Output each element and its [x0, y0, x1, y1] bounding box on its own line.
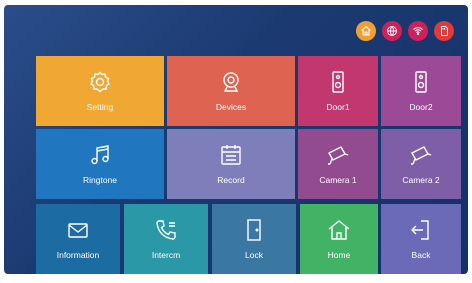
home-icon	[327, 218, 351, 242]
lock-tile[interactable]: Lock	[212, 204, 296, 274]
ringtone-tile[interactable]: Ringtone	[36, 129, 164, 199]
sd-card-icon[interactable]	[434, 21, 454, 41]
calendar-icon	[219, 143, 243, 167]
doorbell-icon	[409, 70, 433, 94]
home-tile[interactable]: Home	[300, 204, 378, 274]
door1-tile[interactable]: Door1	[298, 56, 378, 126]
lock-label: Lock	[245, 250, 263, 260]
status-bar	[356, 21, 454, 41]
intercom-tile[interactable]: Intercm	[124, 204, 208, 274]
envelope-icon	[66, 218, 90, 242]
exit-icon	[409, 218, 433, 242]
setting-tile[interactable]: Setting	[36, 56, 164, 126]
globe-icon[interactable]	[382, 21, 402, 41]
wifi-icon[interactable]	[408, 21, 428, 41]
webcam-icon	[219, 70, 243, 94]
intercom-label: Intercm	[151, 250, 181, 260]
intercom-home-screen: Setting Devices Door1 Door2 Ringtone Rec…	[4, 5, 468, 274]
camera1-label: Camera 1	[319, 175, 357, 185]
information-label: Information	[56, 250, 100, 260]
information-tile[interactable]: Information	[36, 204, 120, 274]
home-status-icon[interactable]	[356, 21, 376, 41]
door-icon	[242, 218, 266, 242]
camera2-label: Camera 2	[402, 175, 440, 185]
music-note-icon	[88, 143, 112, 167]
devices-tile[interactable]: Devices	[167, 56, 295, 126]
camera1-tile[interactable]: Camera 1	[298, 129, 378, 199]
ringtone-label: Ringtone	[82, 175, 118, 185]
door1-label: Door1	[326, 102, 350, 112]
camera2-tile[interactable]: Camera 2	[381, 129, 461, 199]
cctv-camera-icon	[326, 143, 350, 167]
back-tile[interactable]: Back	[381, 204, 461, 274]
devices-label: Devices	[215, 102, 247, 112]
home-label: Home	[327, 250, 351, 260]
record-label: Record	[217, 175, 245, 185]
gear-icon	[88, 70, 112, 94]
cctv-camera-icon	[409, 143, 433, 167]
record-tile[interactable]: Record	[167, 129, 295, 199]
doorbell-icon	[326, 70, 350, 94]
door2-label: Door2	[409, 102, 433, 112]
door2-tile[interactable]: Door2	[381, 56, 461, 126]
back-label: Back	[411, 250, 431, 260]
setting-label: Setting	[86, 102, 114, 112]
phone-call-icon	[154, 218, 178, 242]
